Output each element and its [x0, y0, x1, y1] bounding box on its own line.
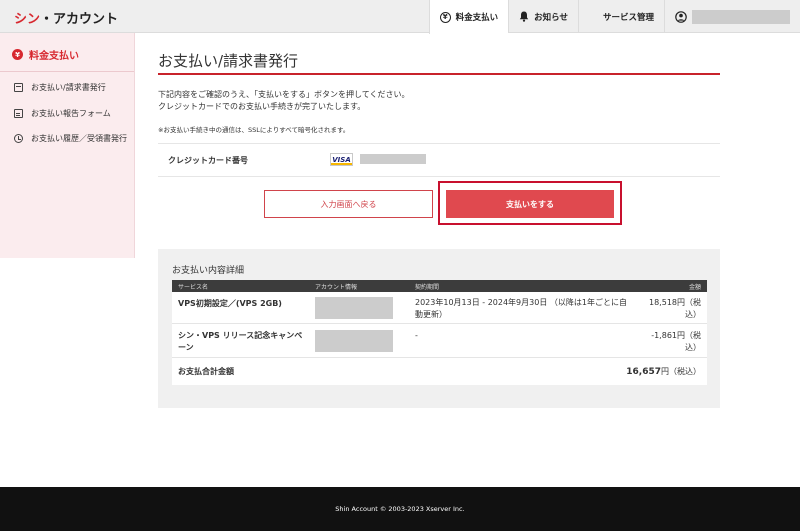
ssl-note: ※お支払い手続き中の通信は、SSLによりすべて暗号化されます。: [158, 126, 350, 134]
nav-billing[interactable]: ¥ 料金支払い: [428, 0, 509, 34]
total-row: お支払合計金額 16,657円（税込）: [172, 358, 707, 385]
sidebar-divider: [0, 71, 134, 72]
yen-badge-icon: ¥: [12, 49, 23, 60]
contract-period: 2023年10月13日 - 2024年9月30日 （以降は1年ごとに自 動更新）: [415, 298, 627, 319]
column-header-service: サービス名: [178, 284, 209, 291]
pay-button[interactable]: 支払いをする: [446, 190, 614, 218]
footer: Shin Account © 2003-2023 Xserver Inc.: [0, 487, 800, 531]
details-title: お支払い内容詳細: [172, 266, 245, 276]
card-number-masked: [360, 154, 426, 164]
clock-icon: [14, 134, 23, 143]
sidebar-item-payment-invoice[interactable]: お支払い/請求書発行: [14, 81, 129, 94]
total-label: お支払合計金額: [178, 367, 234, 376]
sidebar-item-payment-history[interactable]: お支払い履歴／受領書発行: [14, 132, 129, 145]
amount: 18,518円（税 込）: [649, 298, 701, 319]
table-row: VPS初期設定／(VPS 2GB) 2023年10月13日 - 2024年9月3…: [172, 292, 707, 324]
sidebar-item-payment-report[interactable]: お支払い報告フォーム: [14, 107, 129, 120]
bell-icon: [519, 11, 529, 22]
sidebar-title: ¥ 料金支払い: [12, 47, 79, 62]
nav-news[interactable]: お知らせ: [508, 0, 578, 33]
user-name-masked: [692, 9, 790, 24]
total-amount: 16,657円（税込）: [626, 367, 701, 377]
top-nav: ¥ 料金支払い お知らせ サービス管理: [428, 0, 800, 34]
page-title: お支払い/請求書発行: [158, 52, 299, 70]
back-to-input-button[interactable]: 入力画面へ戻る: [264, 190, 433, 218]
grid-icon: [589, 12, 598, 21]
credit-card-row: クレジットカード番号 VISA: [158, 143, 720, 177]
yen-icon: ¥: [439, 11, 451, 23]
sidebar: ¥ 料金支払い お支払い/請求書発行 お支払い報告フォーム お支払い履歴／受領書…: [0, 33, 135, 258]
document-icon: [14, 83, 23, 92]
service-name: VPS初期設定／(VPS 2GB): [178, 299, 282, 308]
credit-card-label: クレジットカード番号: [168, 156, 248, 165]
table-row: シン・VPS リリース記念キャンペ ーン - -1,861円（税 込）: [172, 324, 707, 358]
account-info-masked: [315, 330, 393, 352]
visa-logo-icon: VISA: [330, 153, 353, 166]
form-icon: [14, 109, 23, 118]
payment-details-panel: お支払い内容詳細 サービス名 アカウント情報 契約期間 金額 VPS初期設定／(…: [158, 249, 720, 408]
column-header-period: 契約期間: [415, 284, 440, 291]
amount: -1,861円（税 込）: [651, 331, 701, 352]
column-header-account: アカウント情報: [315, 284, 358, 291]
account-info-masked: [315, 297, 393, 319]
column-header-amount: 金額: [688, 284, 701, 291]
logo[interactable]: シン・アカウント: [14, 8, 118, 27]
contract-period: -: [415, 331, 418, 340]
nav-user-menu[interactable]: [664, 0, 800, 33]
copyright-text: Shin Account © 2003-2023 Xserver Inc.: [335, 505, 465, 513]
nav-services[interactable]: サービス管理: [577, 0, 664, 33]
service-name: シン・VPS リリース記念キャンペ ーン: [178, 331, 303, 352]
user-icon: [675, 10, 687, 23]
title-underline: [158, 73, 720, 75]
details-table: サービス名 アカウント情報 契約期間 金額 VPS初期設定／(VPS 2GB) …: [172, 280, 707, 385]
instructions: 下記内容をご確認のうえ、「支払いをする」ボタンを押してください。 クレジットカー…: [158, 90, 410, 111]
table-header: サービス名 アカウント情報 契約期間 金額: [172, 280, 707, 292]
top-header: シン・アカウント ¥ 料金支払い お知らせ サービス管理: [0, 0, 800, 34]
